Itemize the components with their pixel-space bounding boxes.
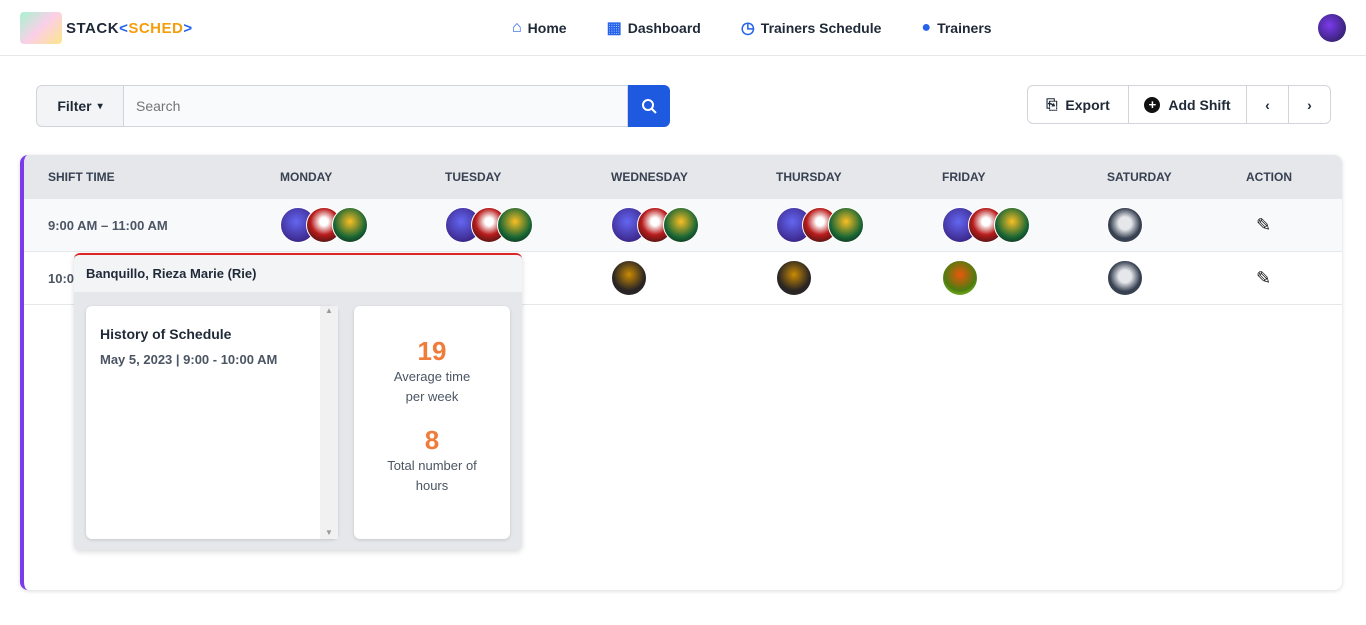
search-icon — [642, 99, 657, 114]
trainer-avatars[interactable] — [280, 199, 368, 251]
filter-label: Filter — [57, 98, 92, 114]
nav-label: Trainers — [937, 20, 992, 36]
nav-dashboard[interactable]: ▦ Dashboard — [607, 18, 701, 38]
header-cell: ACTION — [1246, 170, 1292, 184]
nav-label: Dashboard — [627, 20, 701, 36]
filter-button[interactable]: Filter ▾ — [36, 85, 123, 127]
user-avatar[interactable] — [1318, 14, 1346, 42]
edit-icon[interactable]: ✎ — [1256, 199, 1271, 251]
trainer-avatars[interactable] — [445, 199, 533, 251]
total-value: 8 — [424, 425, 440, 455]
nav-label: Trainers Schedule — [760, 20, 882, 36]
logo-text-sched: <SCHED> — [119, 19, 193, 37]
header-cell: TUESDAY — [445, 170, 502, 184]
table-row: 9:00 AM – 11:00 AM ✎ — [24, 199, 1342, 252]
stats-panel: 19 Average time per week 8 Total number … — [354, 306, 510, 539]
export-button[interactable]: ⎘ Export — [1028, 86, 1129, 123]
logo-icon — [20, 12, 62, 44]
header-cell: SATURDAY — [1107, 170, 1172, 184]
scroll-down-icon[interactable]: ▼ — [320, 528, 338, 537]
trainer-popover: Banquillo, Rieza Marie (Rie) History of … — [74, 253, 522, 550]
avg-label: Average time per week — [393, 369, 471, 404]
trainer-avatars[interactable] — [611, 252, 647, 304]
scroll-up-icon[interactable]: ▲ — [320, 306, 338, 315]
nav-label: Home — [527, 20, 567, 36]
header-cell: FRIDAY — [942, 170, 986, 184]
history-panel: History of Schedule May 5, 2023 | 9:00 -… — [86, 306, 338, 539]
user-icon: ● — [921, 19, 932, 36]
nav-trainers[interactable]: ● Trainers — [921, 18, 991, 38]
header-cell: MONDAY — [280, 170, 333, 184]
trainer-avatars[interactable] — [942, 199, 1030, 251]
search-input[interactable] — [123, 85, 628, 127]
export-label: Export — [1065, 96, 1110, 113]
trainer-avatars[interactable] — [611, 199, 699, 251]
nav-trainers-schedule[interactable]: ◷ Trainers Schedule — [741, 18, 882, 38]
history-entry: May 5, 2023 | 9:00 - 10:00 AM — [100, 352, 278, 367]
chevron-down-icon: ▾ — [97, 100, 103, 112]
search-button[interactable] — [628, 85, 670, 127]
chevron-right-icon: › — [1307, 96, 1312, 113]
edit-icon[interactable]: ✎ — [1256, 252, 1271, 304]
add-shift-label: Add Shift — [1168, 96, 1231, 113]
clock-icon: ◷ — [740, 20, 755, 37]
grid-icon: ▦ — [606, 20, 622, 37]
chevron-left-icon: ‹ — [1265, 96, 1270, 113]
trainer-avatars[interactable] — [1107, 199, 1143, 251]
trainer-avatars[interactable] — [942, 252, 978, 304]
table-header: SHIFT TIME MONDAY TUESDAY WEDNESDAY THUR… — [24, 155, 1342, 199]
header-cell: THURSDAY — [776, 170, 842, 184]
trainer-avatars[interactable] — [1107, 252, 1143, 304]
total-label: Total number of hours — [387, 458, 477, 493]
nav-home[interactable]: ⌂ Home — [512, 18, 567, 38]
home-icon: ⌂ — [512, 19, 522, 36]
header-cell: SHIFT TIME — [48, 170, 115, 184]
top-navbar: STACK<SCHED> ⌂ Home ▦ Dashboard ◷ Trainers … — [0, 0, 1366, 56]
shift-time: 9:00 AM – 11:00 AM — [48, 217, 168, 233]
prev-button[interactable]: ‹ — [1247, 86, 1289, 123]
avg-value: 19 — [417, 336, 447, 366]
header-cell: WEDNESDAY — [611, 170, 688, 184]
scrollbar[interactable]: ▲ ▼ — [320, 306, 338, 539]
trainer-avatars[interactable] — [776, 252, 812, 304]
popover-title: Banquillo, Rieza Marie (Rie) — [74, 255, 522, 292]
trainer-avatars[interactable] — [776, 199, 864, 251]
add-shift-button[interactable]: + Add Shift — [1129, 86, 1247, 123]
export-icon: ⎘ — [1046, 96, 1058, 112]
logo-text: STACK — [66, 19, 120, 37]
logo[interactable]: STACK<SCHED> — [20, 12, 193, 44]
plus-circle-icon: + — [1144, 96, 1161, 113]
history-title: History of Schedule — [100, 326, 232, 342]
next-button[interactable]: › — [1289, 86, 1330, 123]
